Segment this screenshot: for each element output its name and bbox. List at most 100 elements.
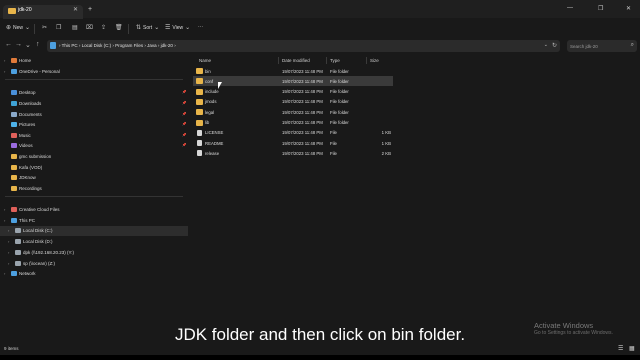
sidebar-item[interactable]: JDKnow	[0, 173, 188, 183]
expand-chevron-icon[interactable]: ›	[4, 58, 5, 63]
back-arrow-icon[interactable]: ←	[5, 41, 12, 48]
delete-icon[interactable]: 🗑	[115, 24, 123, 31]
tab-close-icon[interactable]: ✕	[73, 6, 78, 13]
pin-icon: 📌	[182, 90, 187, 94]
sidebar-item[interactable]: Videos 📌	[0, 141, 188, 151]
cell-name: legal	[205, 109, 215, 115]
sidebar-item-label: Local Disk (C:)	[23, 228, 53, 233]
file-icon	[197, 150, 202, 157]
expand-chevron-icon[interactable]: ›	[4, 69, 5, 74]
expand-chevron-icon[interactable]: ›	[4, 218, 5, 223]
copy-icon[interactable]: ❐	[56, 24, 61, 31]
sidebar-item[interactable]: › Local Disk (D:)	[0, 237, 188, 247]
sidebar-item[interactable]: Documents 📌	[0, 110, 188, 120]
folder-icon	[11, 186, 17, 191]
letterbox-bar	[0, 355, 640, 360]
details-view-icon[interactable]: ☰	[618, 345, 623, 352]
title-bar: jdk-20 ✕ + — ❐ ✕	[0, 0, 640, 19]
sidebar-item[interactable]: Downloads 📌	[0, 99, 188, 109]
folder-icon	[11, 218, 17, 223]
sidebar-item[interactable]: Recordings	[0, 184, 188, 194]
cell-type: File folder	[330, 109, 349, 115]
cell-date: 19/07/2023 11:48 PM	[282, 140, 323, 146]
cell-type: File folder	[330, 99, 349, 105]
divider	[5, 79, 183, 80]
cell-name: lib	[205, 120, 210, 125]
table-row[interactable]: README 19/07/2023 11:48 PM File 1 KB	[193, 138, 393, 148]
sidebar-item[interactable]: › This PC	[0, 216, 188, 226]
expand-chevron-icon[interactable]: ›	[8, 250, 9, 255]
maximize-button[interactable]: ❐	[598, 5, 603, 12]
sidebar-item[interactable]: Kafa (VOD)	[0, 163, 188, 173]
refresh-icon[interactable]: ↻	[552, 42, 557, 49]
forward-arrow-icon[interactable]: →	[15, 41, 22, 48]
sidebar-item[interactable]: › dpk (\\192.168.20.23) (Y:)	[0, 248, 188, 258]
rename-icon[interactable]: ⌧	[86, 24, 93, 31]
file-list: Name Date modified Type Size bin 19/07/20…	[190, 55, 640, 345]
sidebar-item[interactable]: Music 📌	[0, 131, 188, 141]
cell-date: 19/07/2023 11:48 PM	[282, 150, 323, 156]
sidebar-item[interactable]: › sp (\\ocean) (Z:)	[0, 259, 188, 269]
view-button[interactable]: ☰ View ⌄	[165, 24, 190, 32]
table-row[interactable]: legal 19/07/2023 11:48 PM File folder	[193, 107, 393, 117]
address-bar[interactable]: › This PC › Local Disk (C:) › Program Fi…	[47, 40, 560, 52]
sidebar-item-label: dpk (\\192.168.20.23) (Y:)	[23, 250, 75, 255]
folder-icon	[11, 101, 17, 106]
more-options-button[interactable]: ···	[198, 24, 203, 30]
folder-icon	[11, 90, 17, 95]
address-dropdown-icon[interactable]: ⌄	[544, 42, 548, 48]
table-row[interactable]: release 19/07/2023 11:48 PM File 2 KB	[193, 148, 393, 158]
expand-chevron-icon[interactable]: ›	[4, 271, 5, 276]
column-header-date[interactable]: Date modified	[282, 58, 310, 63]
sidebar-item[interactable]: gmc submission	[0, 152, 188, 162]
table-row[interactable]: lib 19/07/2023 11:48 PM File folder	[193, 118, 393, 128]
sidebar-item-label: JDKnow	[19, 175, 36, 180]
sidebar-item[interactable]: › Home	[0, 56, 188, 66]
share-icon[interactable]: ⇪	[101, 24, 106, 31]
folder-icon	[11, 58, 17, 63]
sidebar-item[interactable]: › Network	[0, 269, 188, 279]
video-caption: JDK folder and then click on bin folder.	[174, 325, 466, 344]
cell-date: 19/07/2023 11:48 PM	[282, 99, 323, 105]
sidebar-item-label: Home	[19, 58, 32, 63]
new-button[interactable]: ⊕ New ⌄	[6, 24, 30, 32]
folder-icon	[196, 119, 203, 126]
table-row[interactable]: include 19/07/2023 11:48 PM File folder	[193, 87, 393, 97]
column-header-size[interactable]: Size	[370, 58, 379, 63]
column-header-name[interactable]: Name	[199, 58, 211, 63]
table-row[interactable]: jmods 19/07/2023 11:48 PM File folder	[193, 97, 393, 107]
cut-icon[interactable]: ✂	[42, 24, 47, 31]
divider	[128, 24, 129, 34]
sidebar-item[interactable]: › Local Disk (C:)	[0, 226, 188, 236]
tab-jdk-20[interactable]: jdk-20 ✕	[3, 5, 83, 19]
sidebar-item-label: OneDrive - Personal	[19, 69, 60, 74]
expand-chevron-icon[interactable]: ›	[8, 239, 9, 244]
file-icon	[197, 140, 202, 147]
up-arrow-icon[interactable]: ↑	[36, 41, 40, 48]
new-tab-button[interactable]: +	[88, 6, 92, 13]
close-button[interactable]: ✕	[626, 5, 631, 12]
folder-icon	[8, 8, 16, 14]
table-row[interactable]: conf 19/07/2023 11:48 PM File folder	[193, 76, 393, 87]
sidebar-item[interactable]: › OneDrive - Personal	[0, 67, 188, 77]
tiles-view-icon[interactable]: ▦	[629, 345, 635, 352]
search-box[interactable]: ⌕	[567, 40, 637, 52]
expand-chevron-icon[interactable]: ›	[4, 207, 5, 212]
sidebar-item[interactable]: Pictures 📌	[0, 120, 188, 130]
breadcrumb[interactable]: › This PC › Local Disk (C:) › Program Fi…	[59, 43, 176, 48]
expand-chevron-icon[interactable]: ›	[8, 261, 9, 266]
column-header-type[interactable]: Type	[330, 58, 340, 63]
expand-chevron-icon[interactable]: ›	[8, 228, 9, 233]
table-row[interactable]: bin 19/07/2023 11:48 PM File folder	[193, 66, 393, 76]
sidebar-item[interactable]: Desktop 📌	[0, 88, 188, 98]
search-input[interactable]	[570, 42, 625, 50]
sidebar-item[interactable]: › Creative Cloud Files	[0, 205, 188, 215]
minimize-button[interactable]: —	[567, 5, 573, 11]
navigation-pane: › Home › OneDrive - Personal Desktop 📌 Downloa…	[0, 55, 188, 345]
table-row[interactable]: LICENSE 19/07/2023 11:48 PM File 1 KB	[193, 128, 393, 138]
recent-chevron-icon[interactable]: ⌄	[25, 41, 31, 49]
folder-icon	[196, 98, 203, 105]
folder-icon	[11, 143, 17, 148]
sort-button[interactable]: ⇅ Sort ⌄	[136, 24, 159, 32]
paste-icon[interactable]: ▤	[72, 24, 78, 31]
